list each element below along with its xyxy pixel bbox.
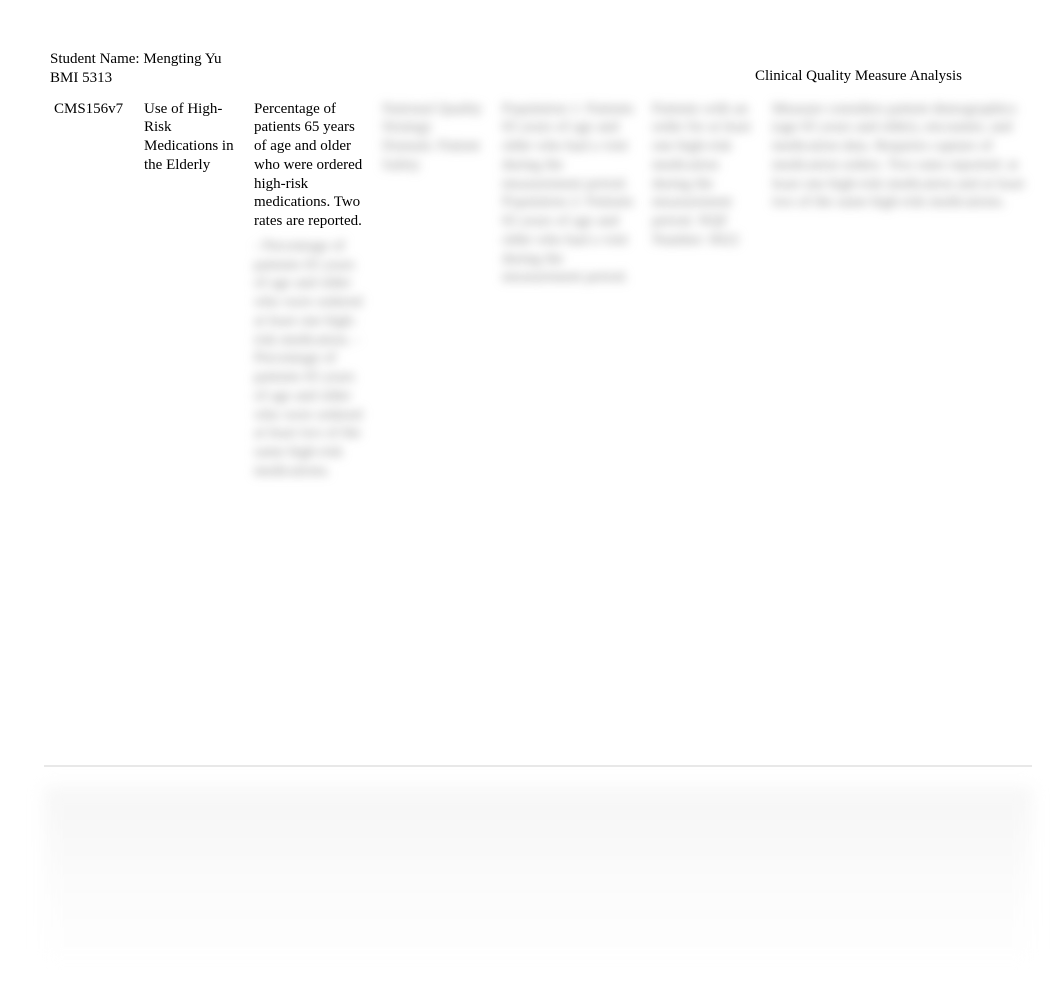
student-label: Student Name: <box>50 51 143 67</box>
strategy-domain: National Quality Strategy Domain: Patien… <box>382 100 486 175</box>
page-title: Clinical Quality Measure Analysis <box>755 68 962 84</box>
strategy-domain-cell: National Quality Strategy Domain: Patien… <box>372 96 492 766</box>
measure-id: CMS156v7 <box>54 101 123 117</box>
document-header: Student Name: Mengting Yu BMI 5313 Clini… <box>0 0 1062 88</box>
notes-text: Measure considers patient demographics (… <box>772 100 1026 213</box>
measure-id-cell: CMS156v7 <box>44 96 134 766</box>
measure-description-cell: Percentage of patients 65 years of age a… <box>244 96 372 766</box>
header-right: Clinical Quality Measure Analysis <box>755 50 1012 88</box>
measure-title-cell: Use of High-Risk Medications in the Elde… <box>134 96 244 766</box>
measure-description-clear: Percentage of patients 65 years of age a… <box>254 101 362 230</box>
next-row-preview <box>44 787 1032 967</box>
population-text: Population 1: Patients 65 years of age a… <box>502 100 636 288</box>
header-left: Student Name: Mengting Yu BMI 5313 <box>50 50 222 88</box>
notes-cell: Measure considers patient demographics (… <box>762 96 1032 766</box>
population-cell: Population 1: Patients 65 years of age a… <box>492 96 642 766</box>
numerator-text: Patients with an order for at least one … <box>652 100 756 250</box>
student-name: Mengting Yu <box>143 51 221 67</box>
measure-table: CMS156v7 Use of High-Risk Medications in… <box>44 96 1032 767</box>
measure-description-blurred: - Percentage of patients 65 years of age… <box>254 237 366 481</box>
student-line: Student Name: Mengting Yu <box>50 50 222 69</box>
table-row: CMS156v7 Use of High-Risk Medications in… <box>44 96 1032 766</box>
measure-title: Use of High-Risk Medications in the Elde… <box>144 101 234 173</box>
numerator-cell: Patients with an order for at least one … <box>642 96 762 766</box>
course-code: BMI 5313 <box>50 69 222 88</box>
